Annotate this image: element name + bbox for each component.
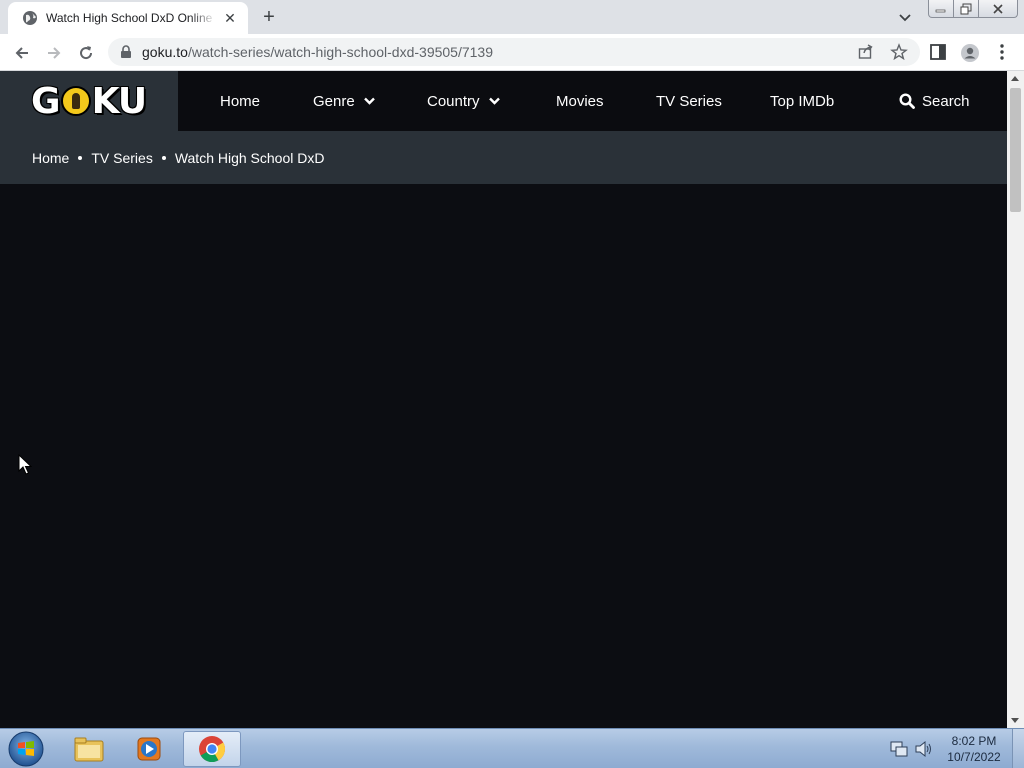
reload-icon: [80, 46, 93, 60]
search-icon: [899, 93, 915, 109]
site-logo[interactable]: G KU: [0, 71, 178, 131]
breadcrumb: Home TV Series Watch High School DxD: [32, 150, 324, 166]
nav-top-imdb[interactable]: Top IMDb: [770, 71, 834, 131]
minimize-icon: [935, 9, 946, 12]
breadcrumb-tv-series[interactable]: TV Series: [91, 150, 152, 166]
page-scrollbar[interactable]: [1007, 71, 1024, 728]
taskbar-file-explorer[interactable]: [60, 731, 118, 767]
close-icon: [993, 3, 1003, 14]
dragon-ball-icon: [60, 86, 91, 116]
address-bar[interactable]: goku.to/watch-series/watch-high-school-d…: [108, 38, 920, 66]
share-icon[interactable]: [858, 44, 874, 60]
site-header: G KU Home Genre Country Movies TV Series …: [0, 71, 1007, 184]
breadcrumb-separator: [161, 156, 166, 160]
folder-icon: [74, 737, 104, 762]
window-restore-button[interactable]: [953, 0, 979, 18]
clock-time: 8:02 PM: [951, 734, 997, 748]
browser-tab[interactable]: Watch High School DxD Online F ✕: [8, 2, 248, 34]
web-page: G KU Home Genre Country Movies TV Series …: [0, 71, 1007, 728]
nav-genre[interactable]: Genre: [313, 71, 375, 131]
show-desktop-button[interactable]: [1012, 729, 1024, 768]
breadcrumb-home[interactable]: Home: [32, 150, 69, 166]
url-path: /watch-series/watch-high-school-dxd-3950…: [187, 44, 493, 60]
nav-movies[interactable]: Movies: [556, 71, 604, 131]
restore-icon: [960, 3, 972, 14]
chrome-icon: [199, 736, 226, 763]
scroll-up-arrow-icon[interactable]: [1011, 76, 1019, 81]
volume-icon[interactable]: [914, 740, 932, 758]
nav-country[interactable]: Country: [427, 71, 500, 131]
nav-home[interactable]: Home: [220, 71, 260, 131]
taskbar-chrome[interactable]: [183, 731, 241, 767]
back-button[interactable]: [11, 42, 33, 64]
logo-g: G: [31, 80, 61, 122]
url-domain: goku.to: [142, 44, 188, 60]
globe-icon: [23, 11, 37, 25]
breadcrumb-separator: [78, 156, 83, 160]
tab-search-chevron-icon[interactable]: [896, 8, 914, 26]
logo-text: G KU: [31, 80, 147, 122]
nav-search[interactable]: Search: [899, 71, 970, 131]
profile-avatar-icon[interactable]: [960, 43, 980, 63]
main-nav: Home Genre Country Movies TV Series Top …: [178, 71, 1007, 131]
scroll-down-arrow-icon[interactable]: [1011, 718, 1019, 723]
nav-movies-label: Movies: [556, 92, 604, 110]
nav-country-label: Country: [427, 92, 480, 110]
back-arrow-icon: [15, 47, 28, 59]
windows-taskbar: 8:02 PM 10/7/2022: [0, 728, 1024, 768]
network-icon[interactable]: [890, 740, 908, 758]
browser-toolbar: goku.to/watch-series/watch-high-school-d…: [0, 34, 1024, 71]
side-panel-icon[interactable]: [929, 43, 947, 61]
video-player[interactable]: [0, 184, 1007, 728]
media-player-icon: [137, 737, 161, 761]
bookmark-star-icon[interactable]: [890, 43, 908, 61]
forward-arrow-icon: [48, 47, 61, 59]
window-close-button[interactable]: [978, 0, 1018, 18]
nav-top-imdb-label: Top IMDb: [770, 92, 835, 110]
start-button[interactable]: [6, 730, 46, 768]
close-tab-icon[interactable]: ✕: [222, 10, 238, 26]
forward-button[interactable]: [43, 42, 65, 64]
nav-tv-series-label: TV Series: [656, 92, 722, 110]
breadcrumb-current: Watch High School DxD: [174, 150, 325, 166]
nav-genre-label: Genre: [313, 92, 355, 110]
system-clock[interactable]: 8:02 PM 10/7/2022: [938, 733, 1010, 765]
chevron-down-icon: [363, 97, 375, 105]
taskbar-media-player[interactable]: [120, 731, 178, 767]
scrollbar-thumb[interactable]: [1010, 88, 1021, 212]
lock-icon[interactable]: [120, 45, 132, 59]
reload-button[interactable]: [75, 42, 97, 64]
window-minimize-button[interactable]: [928, 0, 954, 18]
more-menu-icon[interactable]: [996, 43, 1008, 61]
url-text[interactable]: goku.to/watch-series/watch-high-school-d…: [142, 44, 493, 60]
clock-date: 10/7/2022: [947, 750, 1001, 764]
nav-home-label: Home: [220, 92, 261, 110]
tab-title: Watch High School DxD Online F: [46, 11, 216, 25]
nav-search-label: Search: [922, 92, 970, 110]
mouse-cursor-icon: [18, 454, 32, 475]
new-tab-button[interactable]: +: [258, 6, 280, 28]
nav-tv-series[interactable]: TV Series: [656, 71, 722, 131]
logo-ku: KU: [91, 80, 147, 122]
chevron-down-icon: [488, 97, 500, 105]
browser-tabstrip: Watch High School DxD Online F ✕ +: [0, 0, 1024, 34]
